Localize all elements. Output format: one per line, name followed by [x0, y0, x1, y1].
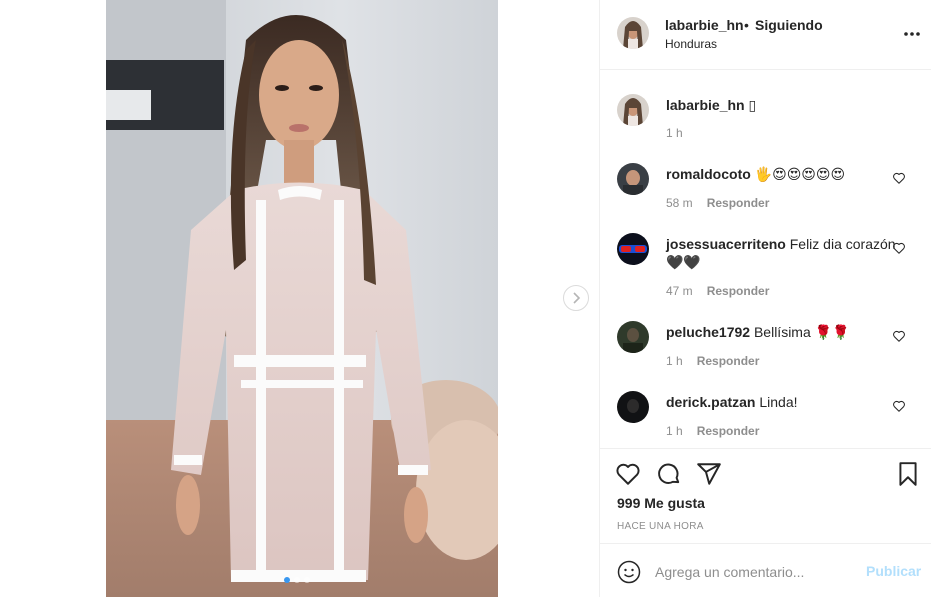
comment-time[interactable]: 58 m	[666, 196, 693, 210]
commenter-avatar[interactable]	[617, 391, 649, 423]
caption-time[interactable]: 1 h	[666, 126, 683, 140]
post-header: labarbie_hn • Siguiendo Honduras	[600, 0, 931, 70]
next-photo-button[interactable]	[563, 285, 589, 311]
caption-text-block: labarbie_hn ▯	[666, 96, 898, 114]
comment-meta: 47 m Responder	[666, 284, 769, 298]
carousel-indicator	[284, 577, 310, 583]
comment-username[interactable]: romaldocoto	[666, 166, 751, 182]
comment-time[interactable]: 1 h	[666, 354, 683, 368]
comment-text-block: josessuacerriteno Feliz dia corazón🖤🖤	[666, 235, 898, 271]
bookmark-icon[interactable]	[895, 461, 921, 487]
carousel-dot-2	[294, 577, 300, 583]
chevron-right-icon	[573, 292, 581, 304]
caption-username[interactable]: labarbie_hn	[666, 97, 745, 113]
add-comment-section: Publicar	[600, 543, 931, 597]
comment-text-block: peluche1792 Bellísima 🌹🌹	[666, 323, 898, 341]
comment-like-heart-icon[interactable]	[892, 399, 906, 413]
emoji-icon[interactable]	[617, 560, 641, 584]
post-photo-image	[106, 0, 498, 597]
comment-text-block: derick.patzan Linda!	[666, 393, 898, 411]
post-media-area	[0, 0, 599, 597]
publish-button[interactable]: Publicar	[866, 563, 921, 579]
reply-button[interactable]: Responder	[697, 354, 760, 368]
author-username[interactable]: labarbie_hn	[665, 17, 744, 33]
commenter-avatar[interactable]	[617, 321, 649, 353]
comment-username[interactable]: josessuacerriteno	[666, 236, 786, 252]
share-icon[interactable]	[696, 461, 722, 487]
comment-text: Bellísima 🌹🌹	[753, 324, 850, 340]
comment-meta: 58 m Responder	[666, 196, 769, 210]
comment-username[interactable]: peluche1792	[666, 324, 750, 340]
carousel-dot-3	[304, 577, 310, 583]
comment-text: 🖐😍😍😍😍😍	[754, 166, 846, 182]
caption-text: ▯	[748, 97, 757, 113]
comment-meta: 1 h Responder	[666, 354, 759, 368]
likes-count[interactable]: 999 Me gusta	[617, 495, 705, 511]
commenter-avatar[interactable]	[617, 233, 649, 265]
reply-button[interactable]: Responder	[697, 424, 760, 438]
author-avatar[interactable]	[617, 94, 649, 126]
comment-like-heart-icon[interactable]	[892, 329, 906, 343]
comment-input[interactable]	[655, 562, 855, 582]
header-separator: •	[744, 17, 749, 33]
post-actions: 999 Me gusta HACE UNA HORA	[600, 448, 931, 543]
comment-like-heart-icon[interactable]	[892, 241, 906, 255]
comment-icon[interactable]	[656, 461, 682, 487]
comments-list[interactable]: labarbie_hn ▯ 1 h romaldocoto 🖐😍😍😍😍😍 58 …	[600, 70, 931, 448]
comment-time[interactable]: 1 h	[666, 424, 683, 438]
comment-time[interactable]: 47 m	[666, 284, 693, 298]
comment-text-block: romaldocoto 🖐😍😍😍😍😍	[666, 165, 898, 183]
comment-text: Linda!	[759, 394, 798, 410]
comment-meta: 1 h Responder	[666, 424, 759, 438]
comment-username[interactable]: derick.patzan	[666, 394, 755, 410]
follow-status-button[interactable]: Siguiendo	[755, 17, 823, 33]
post-location[interactable]: Honduras	[665, 37, 717, 51]
caption-meta: 1 h	[666, 126, 683, 140]
commenter-avatar[interactable]	[617, 163, 649, 195]
author-avatar[interactable]	[617, 17, 649, 49]
heart-icon[interactable]	[615, 461, 641, 487]
carousel-dot-1	[284, 577, 290, 583]
post-photo[interactable]	[106, 0, 498, 597]
comment-like-heart-icon[interactable]	[892, 171, 906, 185]
post-side-panel: labarbie_hn • Siguiendo Honduras labarbi…	[599, 0, 931, 597]
reply-button[interactable]: Responder	[707, 284, 770, 298]
post-timestamp[interactable]: HACE UNA HORA	[617, 521, 704, 532]
reply-button[interactable]: Responder	[707, 196, 770, 210]
more-options-icon[interactable]	[902, 30, 922, 38]
